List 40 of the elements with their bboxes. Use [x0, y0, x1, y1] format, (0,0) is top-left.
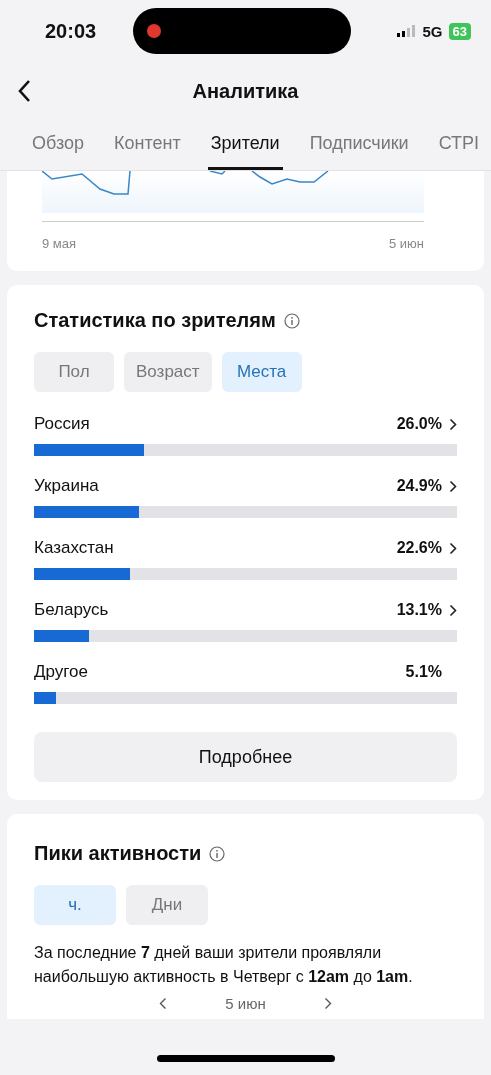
percentage: 22.6% — [396, 539, 442, 557]
info-icon[interactable] — [209, 845, 226, 862]
tab[interactable]: Обзор — [29, 120, 87, 170]
filter-chip[interactable]: Возраст — [124, 352, 212, 392]
country-name: Россия — [34, 414, 90, 434]
chevron-right-icon[interactable] — [323, 997, 332, 1010]
status-time: 20:03 — [45, 19, 98, 43]
tab[interactable]: Подписчики — [306, 120, 412, 170]
filter-chip[interactable]: Места — [221, 352, 302, 392]
back-icon[interactable] — [17, 79, 31, 103]
country-name: Беларусь — [34, 600, 109, 620]
page-title: Аналитика — [192, 79, 299, 103]
chevron-right-icon[interactable] — [449, 603, 457, 617]
info-icon[interactable] — [283, 312, 300, 329]
network-label: 5G — [422, 22, 443, 40]
tab[interactable]: Контент — [111, 120, 184, 170]
country-name: Другое — [34, 662, 88, 682]
country-name: Украина — [34, 476, 99, 496]
signal-icon — [396, 25, 417, 37]
axis-label: 5 июн — [388, 236, 424, 251]
percentage: 13.1% — [396, 601, 442, 619]
section-title: Статистика по зрителям — [34, 309, 276, 332]
filter-chip[interactable]: ч. — [34, 885, 116, 925]
percentage: 24.9% — [396, 477, 442, 495]
battery-indicator: 63 — [448, 22, 471, 40]
country-name: Казахстан — [34, 538, 114, 558]
details-button[interactable]: Подробнее — [34, 732, 457, 782]
percentage: 26.0% — [396, 415, 442, 433]
chevron-right-icon[interactable] — [449, 479, 457, 493]
filter-chip[interactable]: Дни — [126, 885, 208, 925]
tab[interactable]: СТРІ — [435, 120, 483, 170]
date-label: 5 июн — [225, 995, 266, 1012]
chevron-left-icon[interactable] — [159, 997, 168, 1010]
chevron-right-icon[interactable] — [449, 417, 457, 431]
chevron-right-icon[interactable] — [449, 541, 457, 555]
activity-summary: За последние 7 дней ваши зрители проявляли наибольшую активность в Четверг с 12am до 1am. — [34, 943, 414, 987]
section-title: Пики активности — [34, 842, 202, 865]
percentage: 5.1% — [405, 663, 442, 681]
filter-chip[interactable]: Пол — [34, 352, 114, 392]
axis-label: 9 мая — [42, 236, 77, 251]
